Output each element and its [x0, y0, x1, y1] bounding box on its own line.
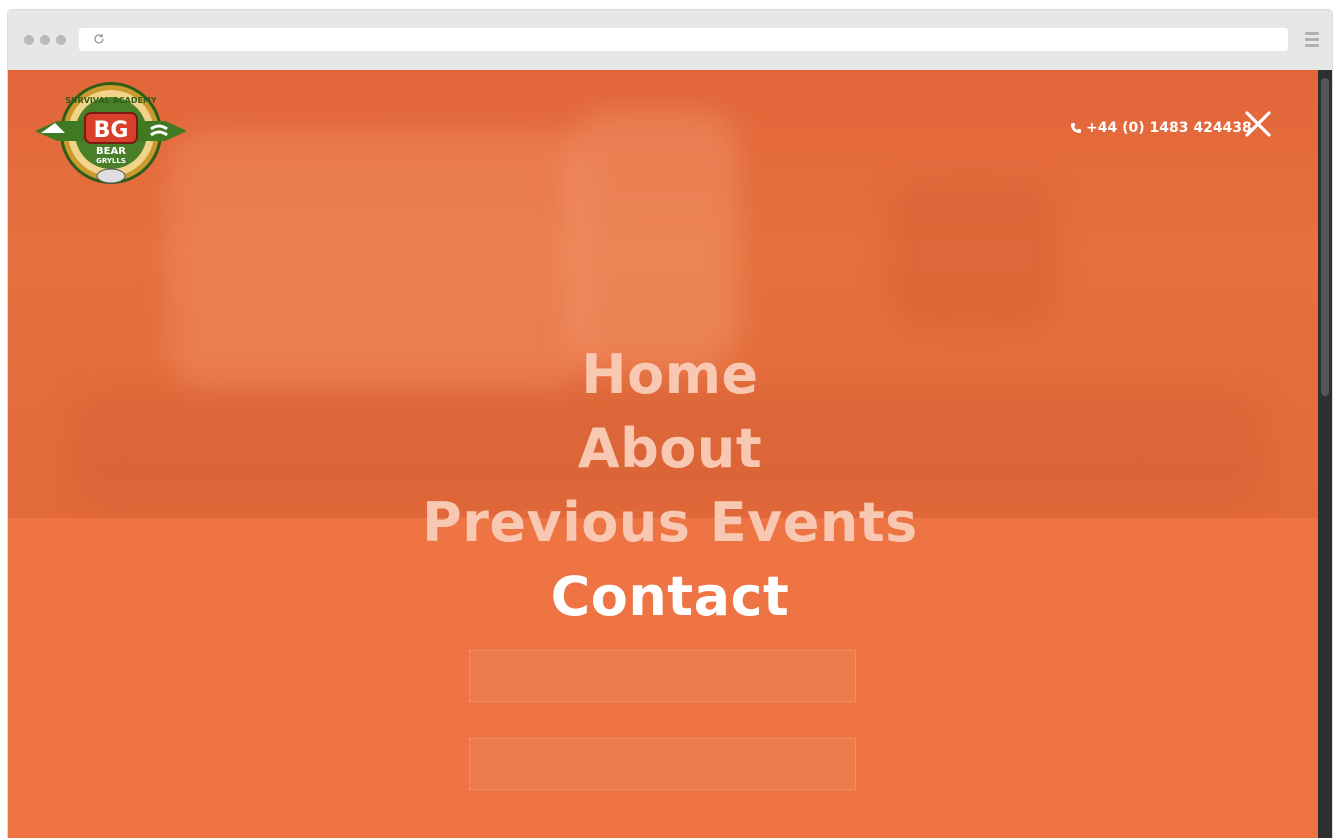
window-dot[interactable] — [56, 35, 66, 45]
nav-item-home[interactable]: Home — [8, 338, 1332, 412]
ghost-field — [469, 650, 856, 702]
logo-name-line1: BEAR — [96, 146, 126, 157]
overlay-nav-menu: Home About Previous Events Contact — [8, 338, 1332, 634]
reload-icon[interactable] — [93, 33, 105, 45]
phone-number-text: +44 (0) 1483 424438 — [1086, 120, 1252, 136]
phone-number[interactable]: +44 (0) 1483 424438 — [1070, 118, 1252, 138]
nav-item-contact[interactable]: Contact — [8, 560, 1332, 634]
window-dot[interactable] — [24, 35, 34, 45]
nav-item-about[interactable]: About — [8, 412, 1332, 486]
hamburger-menu-icon[interactable] — [1305, 32, 1319, 48]
close-icon[interactable] — [1244, 110, 1272, 138]
ghost-heading — [1238, 258, 1248, 291]
page-viewport: BG BEAR GRYLLS SURVIVAL ACADEMY +44 (0) … — [8, 70, 1332, 838]
logo-monogram: BG — [94, 118, 129, 143]
browser-toolbar — [8, 10, 1332, 71]
window-dot[interactable] — [40, 35, 50, 45]
browser-window: BG BEAR GRYLLS SURVIVAL ACADEMY +44 (0) … — [8, 10, 1332, 838]
ghost-field — [469, 738, 856, 790]
phone-icon — [1071, 123, 1081, 133]
nav-item-previous-events[interactable]: Previous Events — [8, 486, 1332, 560]
logo-name-line2: GRYLLS — [96, 157, 126, 165]
address-bar[interactable] — [79, 28, 1288, 51]
logo-top-text: SURVIVAL ACADEMY — [65, 96, 157, 105]
bear-grylls-logo[interactable]: BG BEAR GRYLLS SURVIVAL ACADEMY — [35, 81, 187, 185]
window-controls — [24, 35, 66, 45]
